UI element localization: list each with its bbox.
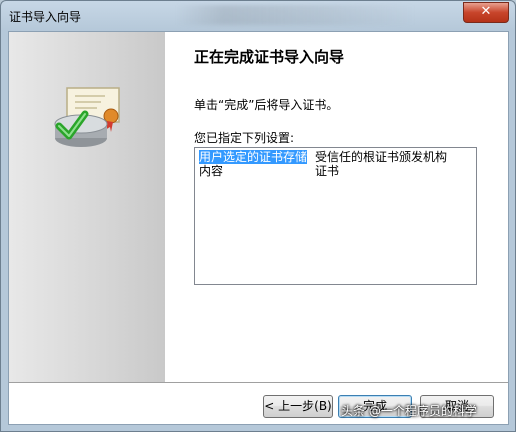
wizard-sidebar — [9, 32, 165, 382]
settings-label: 您已指定下列设置: — [194, 131, 295, 145]
setting-value: 证书 — [315, 164, 340, 178]
watermark: 头条 @一个程序员的科学 — [341, 404, 477, 418]
wizard-description: 单击“完成”后将导入证书。 — [194, 98, 339, 112]
button-divider — [9, 382, 508, 383]
title-bar[interactable]: 证书导入向导 ✕ — [1, 1, 515, 31]
setting-key: 内容 — [199, 164, 224, 178]
wizard-heading: 正在完成证书导入向导 — [194, 48, 345, 66]
wizard-client-area: 正在完成证书导入向导 单击“完成”后将导入证书。 您已指定下列设置: 用户选定的… — [8, 31, 509, 425]
close-button[interactable]: ✕ — [463, 2, 509, 23]
certificate-import-icon — [54, 87, 120, 147]
list-item[interactable]: 内容 证书 — [197, 162, 473, 192]
settings-listbox[interactable]: 用户选定的证书存储 受信任的根证书颁发机构 内容 证书 — [194, 147, 477, 285]
window-title: 证书导入向导 — [9, 10, 82, 24]
blurred-taskbar-region — [176, 5, 416, 25]
certificate-import-wizard-window: 证书导入向导 ✕ 正在完成证书导入向导 单击“完成”后将导入证书。 您已指定下列… — [0, 0, 516, 432]
back-button[interactable]: < 上一步(B) — [263, 395, 333, 418]
